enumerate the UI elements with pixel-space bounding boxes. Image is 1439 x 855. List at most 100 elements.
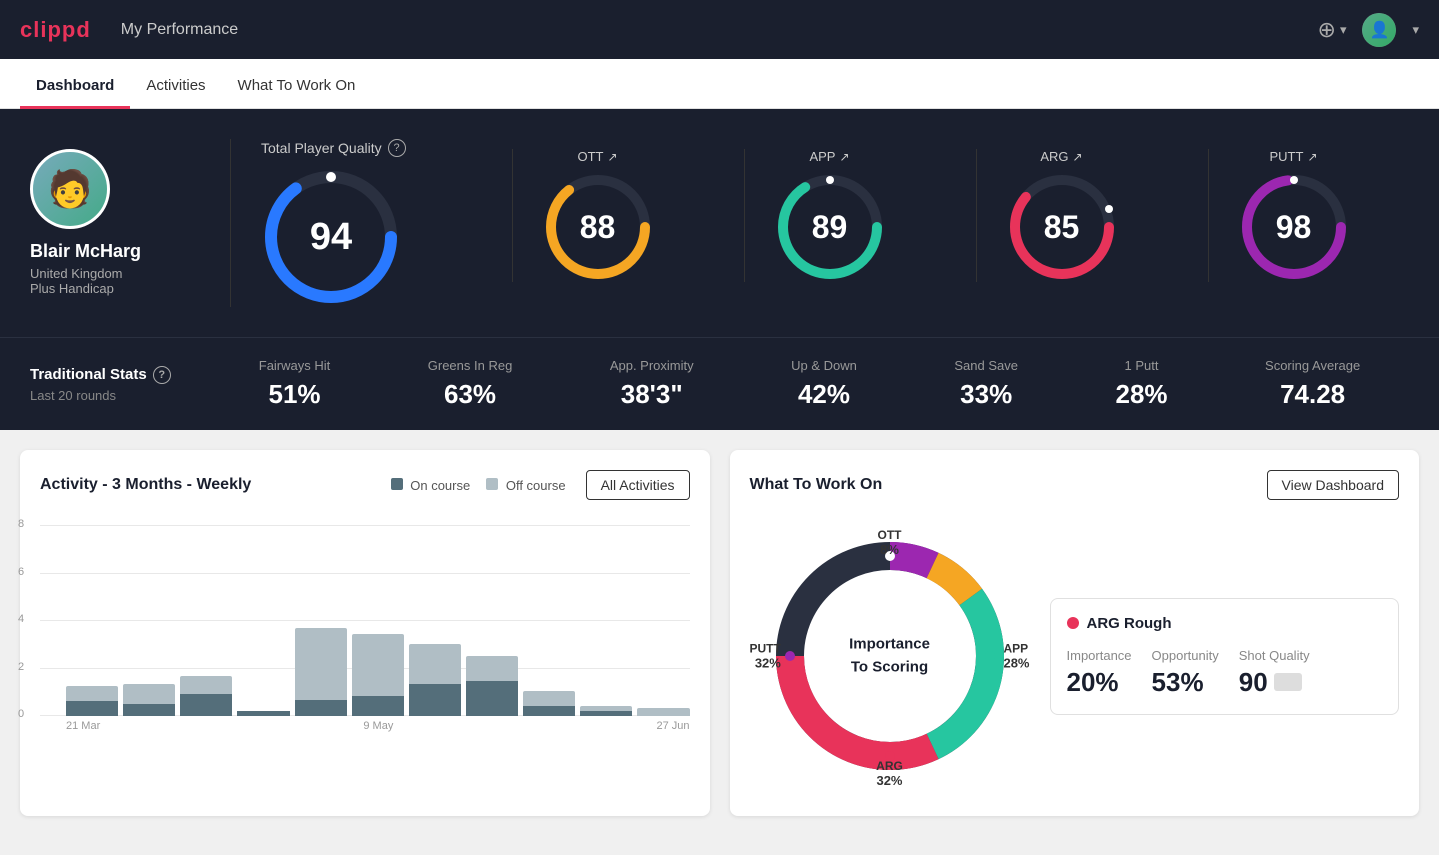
all-activities-button[interactable]: All Activities — [586, 470, 690, 500]
bar-group-5 — [295, 516, 347, 716]
ott-gauge: 88 — [543, 172, 653, 282]
tab-dashboard[interactable]: Dashboard — [20, 65, 130, 109]
stat-oneputt: 1 Putt 28% — [1115, 358, 1167, 410]
arg-gauge: 85 — [1007, 172, 1117, 282]
traditional-stats: Traditional Stats ? Last 20 rounds Fairw… — [0, 337, 1439, 430]
on-course-dot — [391, 478, 403, 490]
stat-oneputt-value: 28% — [1115, 379, 1167, 410]
detail-shot-quality-value: 90 — [1239, 667, 1268, 698]
add-button[interactable]: ⊕ ▾ — [1318, 17, 1347, 43]
bar-top-8 — [466, 656, 518, 681]
shot-quality-badge — [1274, 673, 1302, 691]
avatar-image: 👤 — [1362, 13, 1396, 47]
work-on-content: ImportanceTo Scoring OTT 8% APP 28% ARG … — [750, 516, 1400, 796]
bar-top-7 — [409, 644, 461, 684]
bar-bottom-6 — [352, 696, 404, 716]
detail-shot-quality: Shot Quality 90 — [1239, 648, 1310, 698]
user-avatar-button[interactable]: 👤 — [1362, 13, 1396, 47]
sub-score-app: APP ↗ 89 — [744, 149, 915, 282]
bottom-section: Activity - 3 Months - Weekly On course O… — [0, 430, 1439, 836]
work-on-card-header: What To Work On View Dashboard — [750, 470, 1400, 500]
chart-bars-container — [40, 526, 690, 716]
bar-group-4 — [237, 516, 289, 716]
stat-sandsave: Sand Save 33% — [954, 358, 1018, 410]
bar-group-3 — [180, 516, 232, 716]
detail-opportunity-label: Opportunity — [1152, 648, 1219, 663]
trad-stats-label: Traditional Stats ? Last 20 rounds — [30, 366, 210, 403]
app-label: APP ↗ — [809, 149, 849, 164]
arg-value: 85 — [1044, 209, 1080, 246]
donut-label-putt: PUTT 32% — [750, 642, 785, 671]
sub-score-ott: OTT ↗ 88 — [512, 149, 683, 282]
bar-top-9 — [523, 691, 575, 706]
detail-shot-quality-label: Shot Quality — [1239, 648, 1310, 663]
work-on-detail-area: ARG Rough Importance 20% Opportunity 53%… — [1050, 598, 1400, 715]
detail-dot — [1067, 617, 1079, 629]
player-section: 🧑 Blair McHarg United Kingdom Plus Handi… — [30, 139, 1409, 307]
stat-scoring-value: 74.28 — [1280, 379, 1345, 410]
player-avatar: 🧑 — [30, 149, 110, 229]
stat-sandsave-value: 33% — [960, 379, 1012, 410]
bar-bottom-5 — [295, 700, 347, 716]
logo[interactable]: clippd — [20, 17, 91, 43]
donut-label-arg: ARG 32% — [876, 759, 903, 788]
header-title: My Performance — [121, 21, 238, 39]
chart-inner: 0 2 4 6 8 — [40, 526, 690, 736]
player-avatar-icon: 🧑 — [48, 168, 93, 210]
donut-label-ott: OTT 8% — [878, 528, 902, 557]
stat-proximity-label: App. Proximity — [610, 358, 694, 373]
activity-card: Activity - 3 Months - Weekly On course O… — [20, 450, 710, 816]
bar-group-2 — [123, 516, 175, 716]
x-label-may: 9 May — [363, 720, 393, 732]
ott-value: 88 — [580, 209, 616, 246]
header: clippd My Performance ⊕ ▾ 👤 ▾ — [0, 0, 1439, 59]
bar-group-8 — [466, 516, 518, 716]
total-quality-gauge: 94 — [261, 167, 401, 307]
activity-header-right: On course Off course All Activities — [391, 470, 690, 500]
trad-stats-title: Traditional Stats ? — [30, 366, 210, 384]
off-course-dot — [486, 478, 498, 490]
total-quality-value: 94 — [310, 216, 352, 259]
stat-fairways: Fairways Hit 51% — [259, 358, 331, 410]
sub-score-putt: PUTT ↗ 98 — [1208, 149, 1379, 282]
player-country: United Kingdom — [30, 266, 123, 281]
bar-group-9 — [523, 516, 575, 716]
x-label-jun: 27 Jun — [656, 720, 689, 732]
donut-chart: ImportanceTo Scoring OTT 8% APP 28% ARG … — [750, 516, 1030, 796]
stat-scoring-label: Scoring Average — [1265, 358, 1360, 373]
total-quality-section: Total Player Quality ? 94 — [261, 139, 481, 307]
tab-what-to-work-on[interactable]: What To Work On — [222, 65, 372, 109]
bar-group-10 — [580, 516, 632, 716]
sub-scores: OTT ↗ 88 APP ↗ — [481, 139, 1409, 307]
stat-proximity: App. Proximity 38'3" — [610, 358, 694, 410]
app-trend-icon: ↗ — [839, 150, 849, 164]
detail-title: ARG Rough — [1067, 615, 1383, 632]
sub-score-arg: ARG ↗ 85 — [976, 149, 1147, 282]
bar-bottom-3 — [180, 694, 232, 716]
stats-banner: 🧑 Blair McHarg United Kingdom Plus Handi… — [0, 109, 1439, 337]
x-axis-labels: 21 Mar 9 May 27 Jun — [40, 720, 690, 732]
bar-top-3 — [180, 676, 232, 694]
detail-opportunity: Opportunity 53% — [1152, 648, 1219, 698]
bar-top-5 — [295, 628, 347, 700]
view-dashboard-button[interactable]: View Dashboard — [1267, 470, 1399, 500]
detail-importance-value: 20% — [1067, 667, 1132, 698]
player-name: Blair McHarg — [30, 241, 141, 262]
navigation: Dashboard Activities What To Work On — [0, 59, 1439, 109]
ott-trend-icon: ↗ — [607, 150, 617, 164]
activity-legend: On course Off course — [391, 478, 566, 493]
chart-area: 0 2 4 6 8 — [40, 516, 690, 756]
player-handicap: Plus Handicap — [30, 281, 114, 296]
total-quality-help[interactable]: ? — [388, 139, 406, 157]
stat-proximity-value: 38'3" — [621, 379, 683, 410]
bar-group-1 — [66, 516, 118, 716]
trad-stats-help[interactable]: ? — [153, 366, 171, 384]
work-on-detail-card: ARG Rough Importance 20% Opportunity 53%… — [1050, 598, 1400, 715]
putt-trend-icon: ↗ — [1307, 150, 1317, 164]
stat-updown: Up & Down 42% — [791, 358, 857, 410]
donut-label-app: APP 28% — [999, 642, 1029, 671]
tab-activities[interactable]: Activities — [130, 65, 221, 109]
activity-card-header: Activity - 3 Months - Weekly On course O… — [40, 470, 690, 500]
off-course-legend-item: Off course — [486, 478, 565, 493]
bar-bottom-4 — [237, 711, 289, 716]
